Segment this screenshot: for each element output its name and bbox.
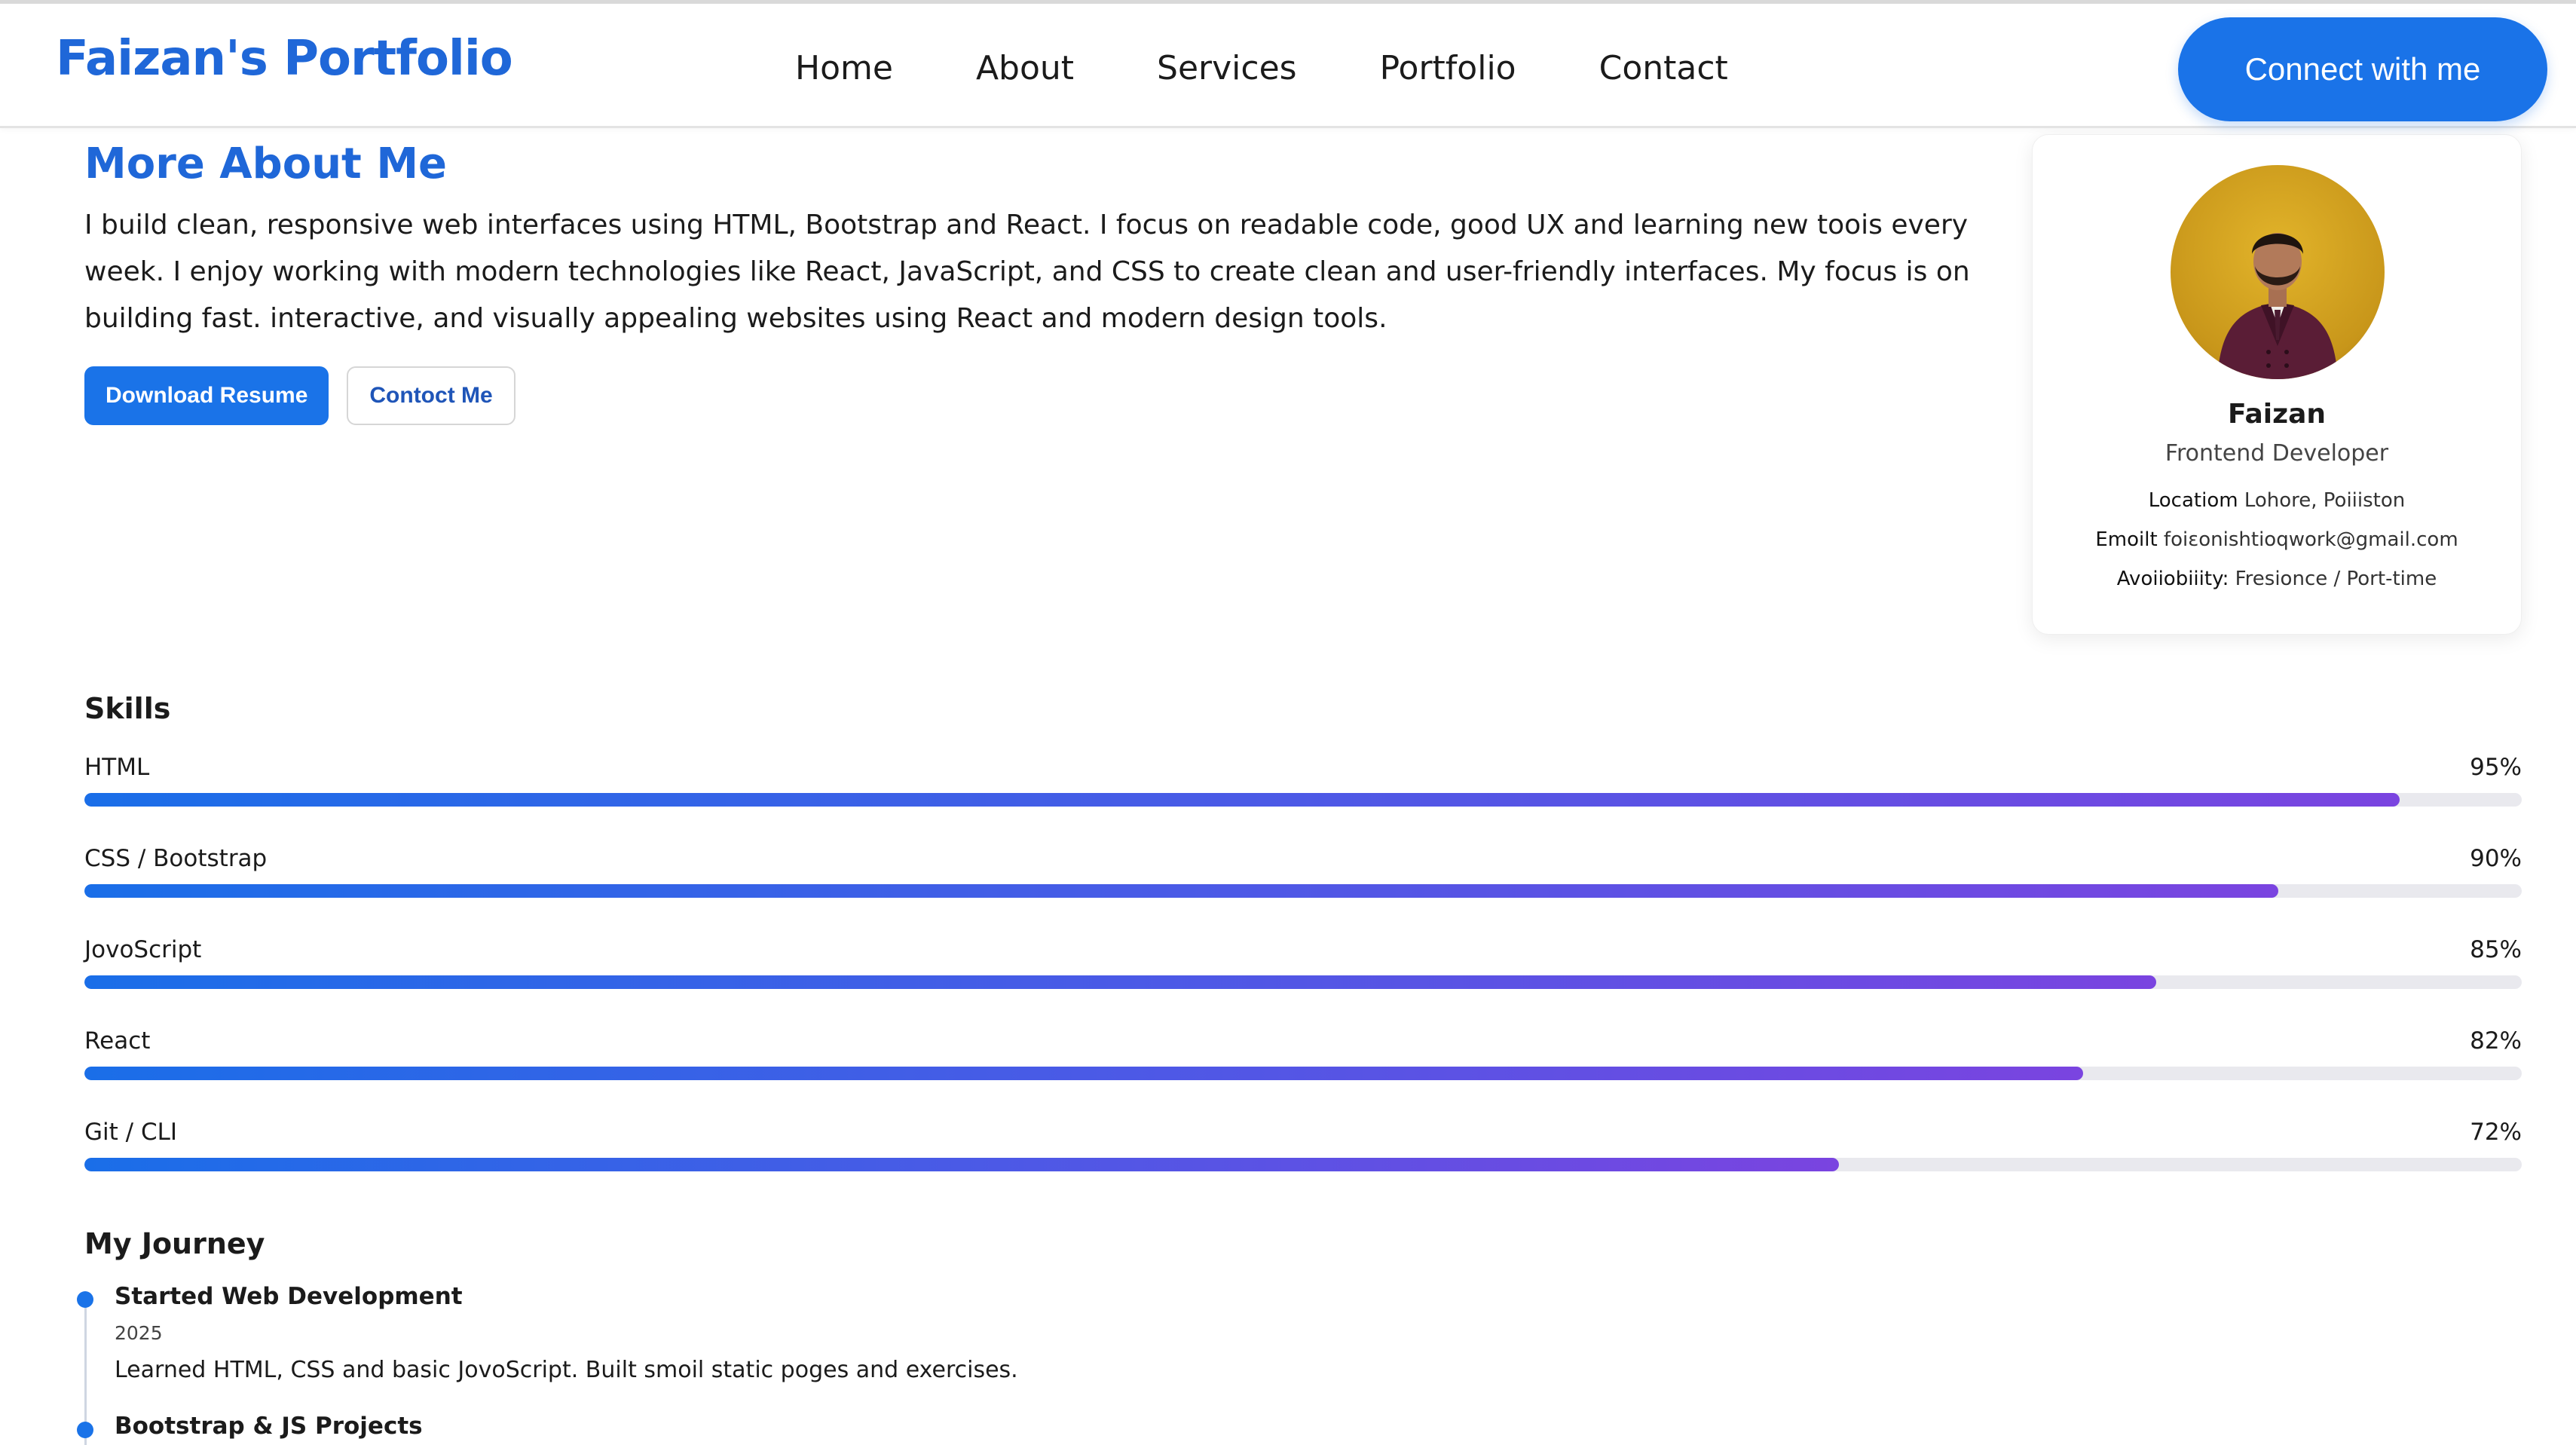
timeline-item-description: Learned HTML, CSS and basic JovoScript. … (115, 1357, 1018, 1383)
skill-percent: 85% (2470, 936, 2522, 963)
download-resume-button[interactable]: Download Resume (84, 366, 329, 425)
timeline-dot-icon (77, 1291, 93, 1308)
profile-availability: Avoiiobiiity: Fresionce / Port-time (2033, 568, 2521, 590)
about-actions: Download Resume Contoct Me (84, 366, 516, 425)
timeline-item-title: Bootstrap & JS Projects (115, 1413, 423, 1440)
skill-percent: 95% (2470, 754, 2522, 781)
nav-link-about[interactable]: About (976, 49, 1074, 87)
journey-heading: My Journey (84, 1227, 265, 1260)
connect-button[interactable]: Connect with me (2178, 17, 2547, 121)
email-label: Emoilt (2095, 528, 2158, 551)
skill-progress-fill (84, 975, 2156, 989)
skill-name: Git / CLI (84, 1119, 178, 1146)
person-photo-icon (2217, 233, 2338, 379)
skill-name: JovoScript (84, 936, 202, 963)
nav-link-portfolio[interactable]: Portfolio (1380, 49, 1516, 87)
avatar (2171, 165, 2385, 379)
timeline-dot-icon (77, 1422, 93, 1438)
availability-label: Avoiiobiiity: (2116, 568, 2229, 590)
skill-css-bootstrap: CSS / Bootstrap 90% (84, 845, 2522, 905)
skill-react: React 82% (84, 1027, 2522, 1088)
availability-value: Fresionce / Port-time (2235, 568, 2437, 590)
skill-percent: 90% (2470, 845, 2522, 872)
skill-progress-track (84, 793, 2522, 807)
timeline-item-title: Started Web Development (115, 1283, 463, 1310)
skill-progress-fill (84, 1067, 2083, 1080)
nav-links: Home About Services Portfolio Contact (795, 49, 1728, 87)
skill-progress-track (84, 975, 2522, 989)
skill-percent: 82% (2470, 1027, 2522, 1055)
timeline-item-year: 2025 (115, 1322, 163, 1344)
skill-progress-fill (84, 884, 2278, 898)
skill-html: HTML 95% (84, 754, 2522, 814)
skill-name: CSS / Bootstrap (84, 845, 268, 872)
contact-me-button[interactable]: Contoct Me (347, 366, 516, 425)
skill-git-cli: Git / CLI 72% (84, 1119, 2522, 1179)
skill-javascript: JovoScript 85% (84, 936, 2522, 996)
nav-link-home[interactable]: Home (795, 49, 893, 87)
skill-progress-fill (84, 1158, 1840, 1171)
profile-card: Faizan Frontend Developer Locatiom Lohor… (2032, 134, 2522, 635)
skill-progress-track (84, 1158, 2522, 1171)
nav-link-services[interactable]: Services (1157, 49, 1297, 87)
skill-percent: 72% (2470, 1119, 2522, 1146)
nav-link-contact[interactable]: Contact (1599, 49, 1728, 87)
skill-name: HTML (84, 754, 150, 781)
email-value[interactable]: foiɛonishtioqwork@gmail.com (2164, 528, 2458, 551)
profile-role: Frontend Developer (2165, 440, 2389, 467)
skills-heading: Skills (84, 692, 171, 725)
about-description: I build clean, responsive web interfaces… (84, 210, 1970, 334)
profile-location: Locatiom Lohore, Poiiiston (2033, 489, 2521, 512)
skill-progress-track (84, 884, 2522, 898)
page-title: More About Me (84, 139, 448, 188)
location-label: Locatiom (2148, 489, 2238, 512)
profile-name: Faizan (2228, 399, 2326, 430)
brand-logo[interactable]: Faizan's Portfolio (56, 31, 513, 87)
navbar: Faizan's Portfolio Home About Services P… (0, 0, 2576, 128)
skill-name: React (84, 1027, 151, 1055)
skill-progress-track (84, 1067, 2522, 1080)
skill-progress-fill (84, 793, 2400, 807)
location-value: Lohore, Poiiiston (2244, 489, 2406, 512)
profile-email: Emoilt foiɛonishtioqwork@gmail.com (2033, 528, 2521, 551)
